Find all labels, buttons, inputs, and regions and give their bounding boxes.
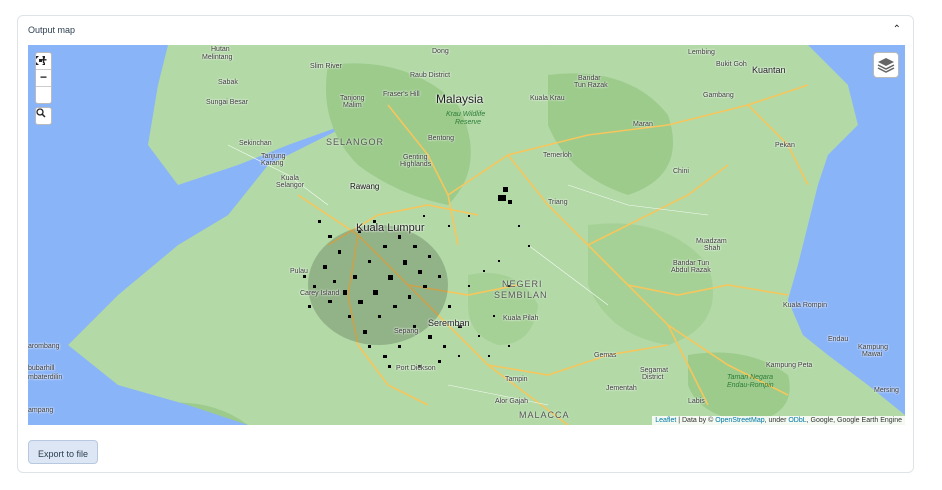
place-label: Tampin [505,376,528,383]
city-label: Kuala Lumpur [356,222,425,234]
place-label: Segamat [640,367,669,374]
fullscreen-icon [36,56,45,65]
place-label: Alor Gajah [495,398,529,405]
place-label: Kampung [858,344,888,351]
place-label: Hutan [211,46,230,53]
place-label: Selangor [276,182,305,189]
place-label: Karang [261,160,284,167]
place-label: Sabak [218,79,238,86]
place-label: Pulau [290,268,308,275]
place-label: Muadzam [696,238,727,245]
attribution-text: | Data by © [676,417,716,424]
place-label: Dong [432,48,449,55]
state-label: MALACCA [519,410,570,420]
place-label: Slim River [310,63,342,70]
panel-title: Output map [28,25,76,35]
place-label: Kuala [281,175,299,182]
odbl-link[interactable]: ODbL [788,417,806,424]
place-label: Carey Island [300,290,340,297]
place-label: Mersing [874,387,899,394]
reserve-label: Taman Negara [727,374,774,381]
map-attribution: Leaflet | Data by © OpenStreetMap, under… [652,416,905,425]
place-label: Endau [828,336,849,343]
map-canvas[interactable]: Hutan Melintang Sabak Sungai Besar Slim … [28,45,905,425]
reserve-label: Krau Wildlife [446,111,486,118]
place-label: Bandar [578,75,601,82]
layers-icon [877,58,895,73]
state-label: SEMBILAN [494,290,548,300]
search-icon [36,108,46,118]
place-label: Sungai Besar [206,99,249,106]
place-label: Sekinchan [239,140,272,147]
place-label: Gemas [594,352,617,359]
place-label: Shah [704,245,721,252]
place-label: Bandar Tun [673,260,710,267]
place-label: Triang [548,199,568,206]
place-label: Fraser's Hill [383,91,420,98]
place-label: Malim [343,102,362,109]
place-label: Kuala Rompin [783,302,827,309]
place-label: arombang [28,343,60,350]
place-label: Gambang [703,92,734,99]
reserve-label: Endau-Rompin [727,382,774,389]
place-label: Abdul Razak [671,267,711,274]
place-label: Kuala Krau [530,95,565,102]
layers-button[interactable] [873,52,899,78]
place-label: Kuala Pilah [503,315,539,322]
place-label: Maran [633,121,653,128]
place-label: Mawai [862,351,883,358]
export-to-file-button[interactable]: Export to file [28,440,98,464]
search-button[interactable] [35,107,52,125]
place-label: Highlands [400,161,432,168]
place-label: ampang [28,407,54,414]
city-label: Seremban [428,318,470,328]
place-label: Pekan [775,142,795,149]
place-label: Tun Razak [574,82,608,89]
place-label: Sepang [394,328,419,335]
zoom-out-button[interactable]: − [36,70,51,87]
city-label: Kuantan [752,65,786,75]
place-label: Rawang [350,182,380,191]
chevron-up-icon[interactable]: ⌃ [893,24,901,35]
place-label: Lembing [688,49,715,56]
place-label: Temerloh [543,152,572,159]
panel-header[interactable]: Output map ⌃ [18,16,913,46]
place-label: Labis [688,398,705,405]
place-label: Tanjong [340,95,365,102]
state-label: SELANGOR [326,137,385,147]
place-label: Raub District [410,72,451,79]
leaflet-link[interactable]: Leaflet [655,417,676,424]
place-label: mbaterdilin [28,374,63,381]
place-label: District [642,374,664,381]
place-label: Melintang [202,54,233,61]
zoom-control: + − [35,52,52,104]
attribution-text: , under [764,417,789,424]
place-label: bubarhill [28,365,55,372]
place-label: Bukit Goh [716,61,747,68]
output-map-panel: Output map ⌃ Hutan Melintang Sabak Sunga… [17,15,914,473]
country-label: Malaysia [436,92,484,106]
place-label: Chini [673,168,689,175]
place-label: Bentong [428,135,455,142]
place-label: Genting [403,154,428,161]
place-label: Kampung Peta [766,362,813,369]
place-label: Jementah [606,385,637,392]
attribution-text: , Google, Google Earth Engine [806,417,902,424]
place-label: Tanjung [261,153,286,160]
fullscreen-button[interactable] [36,56,51,103]
osm-link[interactable]: OpenStreetMap [715,417,764,424]
place-label: Port Dickson [396,365,436,372]
state-label: NEGERI [502,279,543,289]
reserve-label: Reserve [455,119,482,126]
